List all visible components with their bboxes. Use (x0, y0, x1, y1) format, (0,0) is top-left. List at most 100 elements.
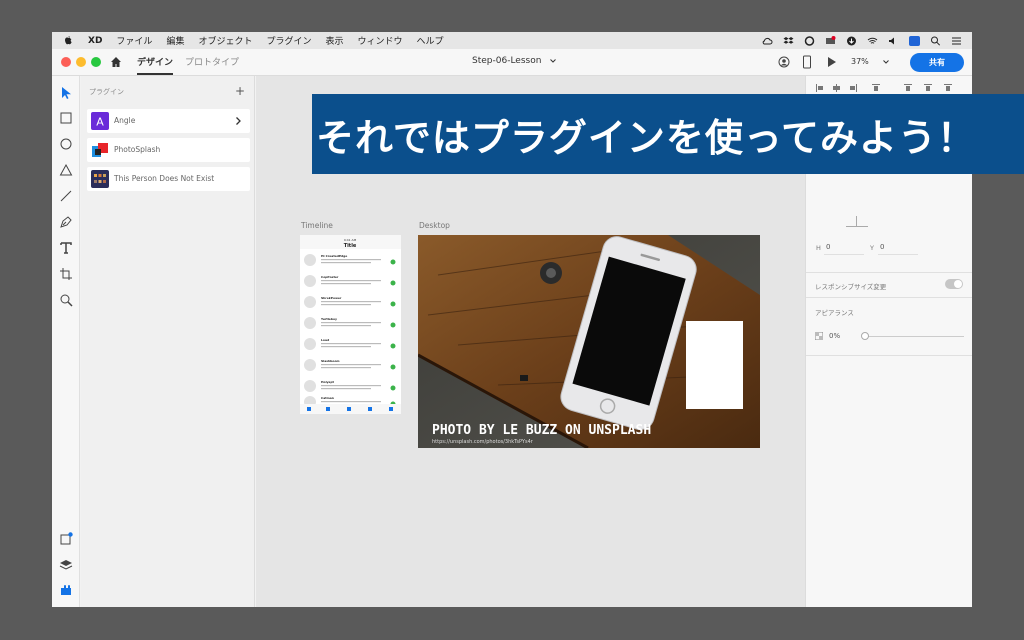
svg-text:A: A (96, 116, 104, 129)
menu-object[interactable]: オブジェクト (198, 34, 252, 47)
play-icon[interactable] (827, 56, 837, 68)
responsive-resize-toggle[interactable] (945, 279, 963, 289)
menu-edit[interactable]: 編集 (166, 34, 184, 47)
banner-text: それではプラグインを使ってみよう！ (316, 115, 976, 160)
timeline-row-name: Holyspt (321, 380, 334, 384)
layers-icon[interactable] (59, 558, 73, 572)
zoom-window-button[interactable] (91, 57, 101, 67)
menu-view[interactable]: 表示 (325, 34, 343, 47)
menu-bar: XD ファイル 編集 オブジェクト プラグイン 表示 ウィンドウ ヘルプ (52, 32, 972, 49)
menu-app-name[interactable]: XD (88, 36, 102, 46)
ellipse-tool-icon[interactable] (59, 137, 73, 151)
device-preview-icon[interactable] (802, 55, 812, 69)
height-label: H (816, 244, 821, 252)
timeline-row-name: Turtleboy (321, 317, 337, 321)
timeline-rows: Hi CreatedEdge CopPoster ShrekPower Turt… (304, 254, 396, 408)
share-button[interactable]: 共有 (910, 53, 964, 72)
timeline-screen: 9:41 AM Title Hi CreatedEdge CopPoster S… (300, 235, 401, 414)
menu-window[interactable]: ウィンドウ (358, 34, 403, 47)
plugin-item-angle[interactable]: A Angle (87, 109, 250, 133)
cloud-sync-icon[interactable] (762, 36, 773, 46)
field-underline (824, 254, 864, 255)
angle-plugin-icon: A (91, 112, 109, 130)
opacity-value[interactable]: 0% (829, 332, 840, 340)
user-icon[interactable] (778, 56, 790, 68)
opacity-icon (815, 332, 823, 340)
height-field[interactable]: 0 (826, 243, 830, 251)
add-plugin-button[interactable]: + (235, 84, 245, 98)
select-tool-icon[interactable] (59, 86, 73, 100)
plugins-panel: プラグイン + A Angle PhotoSplash This Person … (81, 76, 255, 607)
divider (806, 272, 972, 273)
tab-design[interactable]: デザイン (137, 55, 173, 68)
menu-help[interactable]: ヘルプ (417, 34, 444, 47)
polygon-tool-icon[interactable] (59, 163, 73, 177)
field-underline (878, 254, 918, 255)
plugin-name: PhotoSplash (114, 145, 161, 154)
active-tab-indicator (137, 73, 173, 75)
chevron-down-icon[interactable] (882, 58, 890, 66)
plugins-panel-title: プラグイン (89, 88, 124, 96)
download-icon[interactable] (846, 36, 857, 46)
artboard-label-desktop[interactable]: Desktop (419, 221, 450, 230)
menu-plugins[interactable]: プラグイン (266, 34, 311, 47)
menu-status-icons (762, 35, 962, 46)
wifi-icon[interactable] (867, 36, 878, 46)
close-window-button[interactable] (61, 57, 71, 67)
title-bar: デザイン プロトタイプ Step-06-Lesson 37% 共有 (52, 49, 972, 76)
timeline-row-name: CopPoster (321, 275, 339, 279)
volume-icon[interactable] (888, 36, 899, 46)
timeline-row-name: ShrekPower (321, 296, 342, 300)
timeline-row-name: Slashboom (321, 359, 340, 363)
divider (806, 355, 972, 356)
y-field[interactable]: 0 (880, 243, 884, 251)
chevron-down-icon[interactable] (549, 57, 557, 65)
constraint-line (846, 226, 868, 227)
assets-icon[interactable] (59, 532, 73, 546)
artboard-label-timeline[interactable]: Timeline (301, 221, 333, 230)
plugin-name: Angle (114, 116, 136, 125)
tool-bar (52, 76, 80, 607)
home-icon[interactable] (110, 56, 122, 68)
pen-tool-icon[interactable] (59, 215, 73, 229)
opacity-slider-track[interactable] (864, 336, 964, 337)
chevron-right-icon[interactable] (234, 116, 242, 126)
timeline-row-name: Hi CreatedEdge (321, 254, 347, 258)
artboard-tool-icon[interactable] (59, 267, 73, 281)
line-tool-icon[interactable] (59, 189, 73, 203)
timeline-row-name: Catman (321, 396, 334, 400)
minimize-window-button[interactable] (76, 57, 86, 67)
divider (806, 297, 972, 298)
mail-icon[interactable] (825, 35, 836, 46)
opacity-slider-handle[interactable] (861, 332, 869, 340)
creative-cloud-icon[interactable] (804, 35, 815, 46)
plugin-item-this-person[interactable]: This Person Does Not Exist (87, 167, 250, 191)
photo-url: https://unsplash.com/photos/3hkTsPYs4r (432, 439, 534, 445)
timeline-title: Title (344, 243, 357, 249)
responsive-resize-label: レスポンシブサイズ変更 (815, 283, 887, 291)
menu-file[interactable]: ファイル (116, 34, 152, 47)
plugin-item-photosplash[interactable]: PhotoSplash (87, 138, 250, 162)
menu-list-icon[interactable] (951, 36, 962, 46)
plugins-icon[interactable] (59, 583, 73, 597)
y-label: Y (870, 244, 874, 252)
document-title[interactable]: Step-06-Lesson (472, 56, 541, 66)
constraint-line (856, 216, 857, 226)
dropbox-icon[interactable] (783, 36, 794, 46)
text-tool-icon[interactable] (59, 241, 73, 255)
apple-icon[interactable] (62, 35, 74, 47)
zoom-tool-icon[interactable] (59, 293, 73, 307)
rectangle-tool-icon[interactable] (59, 111, 73, 125)
input-source-icon[interactable] (909, 35, 920, 46)
desktop-artboard[interactable]: PHOTO BY LE BUZZ ON UNSPLASH https://uns… (418, 235, 760, 448)
title-banner: それではプラグインを使ってみよう！ (312, 94, 1024, 174)
spotlight-search-icon[interactable] (930, 36, 941, 46)
align-icons[interactable] (814, 82, 964, 94)
zoom-level[interactable]: 37% (851, 57, 869, 66)
placeholder-rectangle (686, 321, 743, 409)
desktop-photo: PHOTO BY LE BUZZ ON UNSPLASH https://uns… (418, 235, 760, 448)
tab-prototype[interactable]: プロトタイプ (185, 55, 239, 68)
photosplash-plugin-icon (91, 141, 109, 159)
timeline-artboard[interactable]: 9:41 AM Title Hi CreatedEdge CopPoster S… (300, 235, 401, 414)
photo-credit: PHOTO BY LE BUZZ ON UNSPLASH (432, 423, 651, 438)
